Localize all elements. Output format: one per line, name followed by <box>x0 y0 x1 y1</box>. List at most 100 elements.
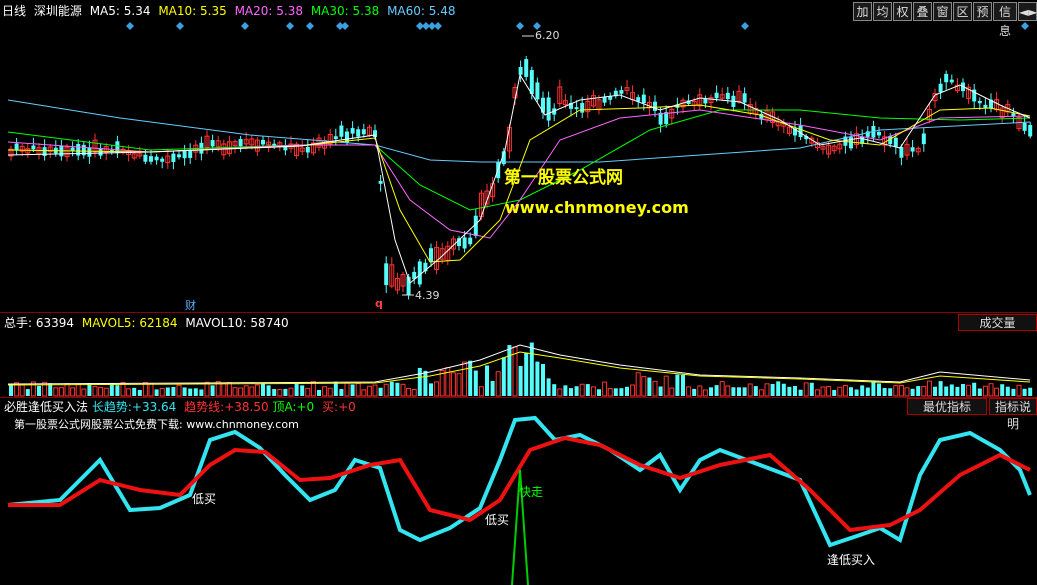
volume-bar <box>148 383 154 397</box>
volume-bar <box>871 381 876 396</box>
volume-bar <box>92 386 98 397</box>
candle-body <box>87 147 92 157</box>
volume-bar <box>417 367 422 396</box>
volume-bar <box>630 384 636 397</box>
volume-bar <box>787 386 792 396</box>
volume-bar <box>501 357 506 396</box>
volume-bar <box>916 386 921 396</box>
candle-body <box>1011 113 1016 117</box>
volume-bar <box>686 386 692 397</box>
volume-bar <box>764 383 770 397</box>
volume-bar <box>456 373 462 397</box>
candle-body <box>921 133 926 145</box>
candle-body <box>877 131 881 136</box>
volume-bar <box>462 361 468 397</box>
volume-bar <box>98 387 104 397</box>
candle-body <box>938 83 943 93</box>
volume-bar <box>781 383 786 396</box>
volume-bar <box>955 386 960 396</box>
quick-exit-annotation: 快走 <box>519 485 544 499</box>
volume-bar <box>210 385 215 396</box>
volume-bar <box>75 383 81 397</box>
volume-bar <box>383 383 389 397</box>
volume-bar <box>607 388 613 397</box>
signal-diamond <box>126 22 134 30</box>
candle-body <box>910 147 915 152</box>
volume-bar <box>115 385 120 396</box>
candle-body <box>1022 122 1027 131</box>
q-marker[interactable]: q <box>375 297 383 310</box>
finance-marker[interactable]: 财 <box>185 297 196 313</box>
candle-body <box>98 148 103 156</box>
candle-body <box>574 107 579 110</box>
volume-bar <box>944 386 949 396</box>
candle-body <box>983 104 988 108</box>
candle-body <box>384 263 389 286</box>
signal-diamond <box>176 22 184 30</box>
candle-body <box>641 94 646 104</box>
volume-bar <box>300 385 305 396</box>
volume-bar <box>904 387 910 397</box>
volume-bar <box>820 386 826 397</box>
volume-bar <box>675 374 680 396</box>
volume-bar <box>473 370 478 396</box>
volume-bar <box>982 385 988 397</box>
volume-bar <box>814 389 820 397</box>
volume-bar <box>137 389 142 396</box>
candle-body <box>619 90 624 94</box>
volume-bar <box>597 389 601 396</box>
candle-body <box>160 158 165 162</box>
candle-body <box>742 93 747 103</box>
volume-bar <box>949 384 954 396</box>
candle-body <box>893 137 898 147</box>
volume-bar <box>933 386 937 396</box>
volume-bar <box>468 360 473 396</box>
candle-body <box>339 125 344 137</box>
volume-bar <box>221 382 227 397</box>
volume-bar <box>842 384 848 397</box>
volume-bar <box>37 385 41 396</box>
candle-body <box>944 73 949 83</box>
candle-body <box>899 146 904 158</box>
candle-body <box>361 129 366 135</box>
volume-bar <box>994 387 1000 397</box>
volume-bar <box>731 387 736 396</box>
volume-bar <box>988 383 994 397</box>
candle-body <box>171 153 176 162</box>
volume-bar <box>154 389 159 396</box>
low-buy-annotation-1: 低买 <box>192 492 217 506</box>
candle-body <box>143 154 148 162</box>
signal-diamond <box>341 22 349 30</box>
volume-bar <box>182 387 187 396</box>
volume-bar <box>702 389 708 397</box>
volume-bar <box>793 386 797 396</box>
volume-bar <box>541 364 545 396</box>
volume-bar <box>747 383 753 397</box>
high-price-label: 6.20 <box>535 29 560 42</box>
volume-bar <box>1022 388 1027 396</box>
candle-body <box>70 147 75 151</box>
candle-body <box>725 92 730 100</box>
volume-bar <box>305 387 311 397</box>
volume-bar <box>602 381 608 397</box>
volume-bar <box>339 389 344 396</box>
volume-bar <box>758 389 764 397</box>
candle-body <box>429 248 433 262</box>
candle-body <box>210 140 215 147</box>
volume-bar <box>249 386 255 397</box>
signal-diamond <box>1021 22 1029 30</box>
volume-bar <box>709 387 713 396</box>
volume-bar <box>753 386 758 396</box>
volume-bar <box>53 387 59 397</box>
volume-bar <box>585 384 590 396</box>
volume-bar <box>837 386 843 397</box>
volume-bar <box>261 383 265 396</box>
low-price-label: 4.39 <box>415 289 440 302</box>
volume-bar <box>288 387 294 397</box>
candle-body <box>417 261 422 285</box>
volume-bar <box>266 385 271 396</box>
volume-bar <box>395 382 400 396</box>
volume-bar <box>361 389 367 397</box>
volume-bar <box>546 378 551 396</box>
signal-diamond <box>286 22 294 30</box>
